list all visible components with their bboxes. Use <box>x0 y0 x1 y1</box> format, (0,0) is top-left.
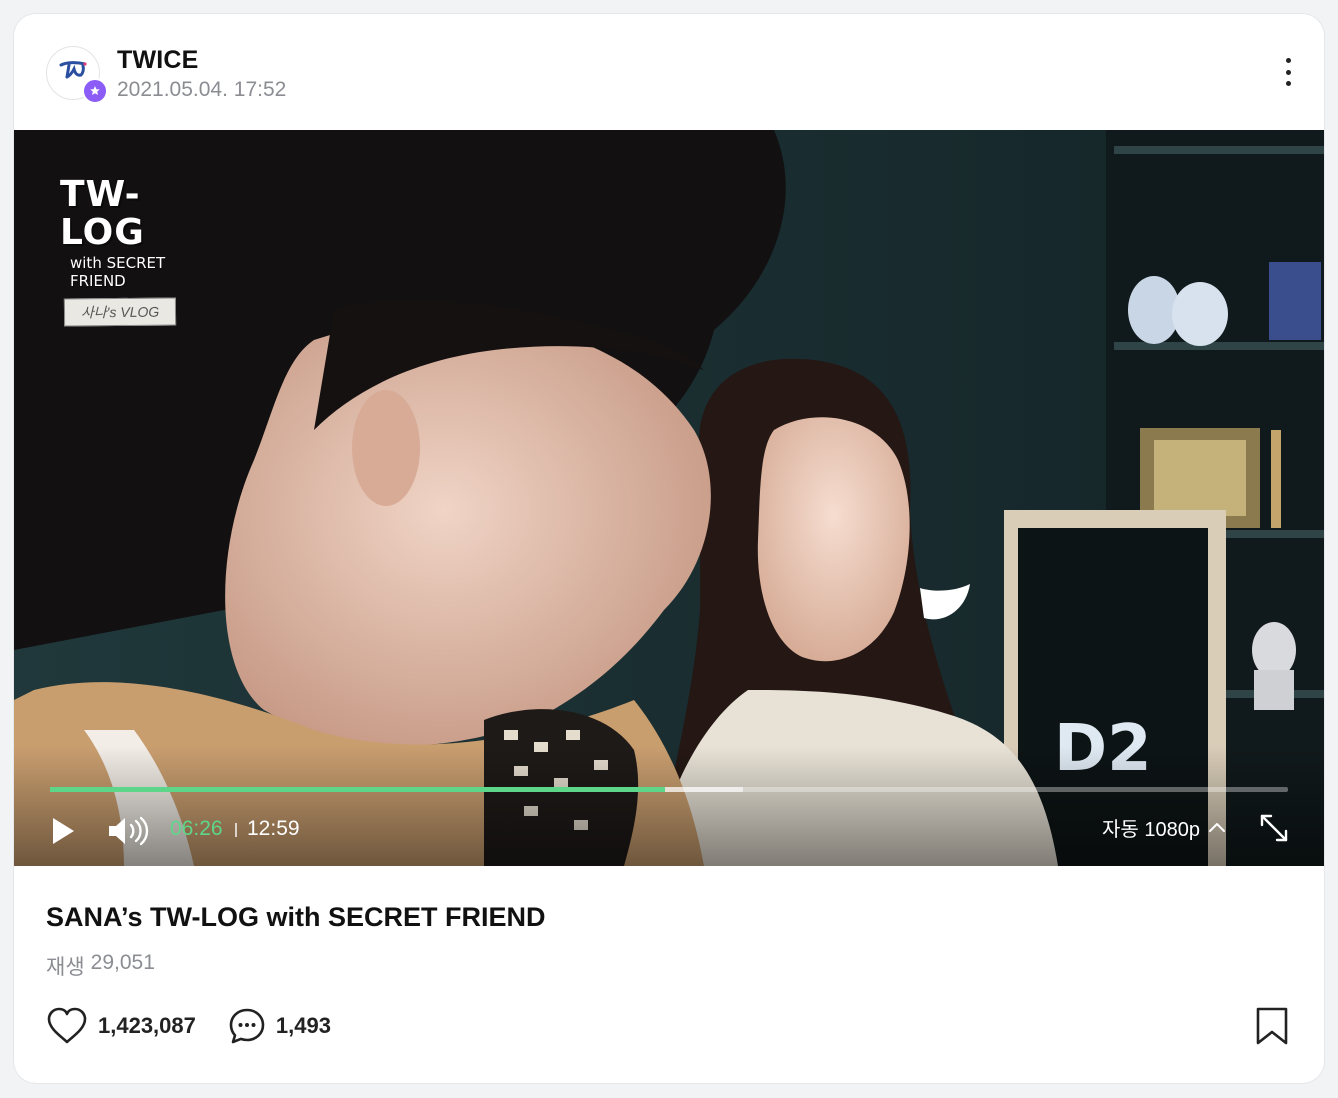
like-button[interactable]: 1,423,087 <box>46 1007 196 1045</box>
views-label: 재생 <box>46 956 85 979</box>
view-count: 재생 29,051 <box>46 951 155 981</box>
post-card: TWICE 2021.05.04. 17:52 TW-LOG with SECR… <box>14 14 1324 1083</box>
logo-subtitle: with SECRET FRIEND <box>70 254 166 290</box>
logo-title: TW-LOG <box>60 174 145 253</box>
more-options-button[interactable] <box>1272 54 1304 90</box>
heart-icon <box>47 1007 87 1044</box>
comment-button[interactable]: 1,493 <box>228 1007 331 1045</box>
time-total: 12:59 <box>247 817 300 840</box>
quality-label: 자동 1080p <box>1102 818 1200 841</box>
volume-button[interactable] <box>107 814 149 848</box>
progress-bar[interactable] <box>50 787 1288 792</box>
volume-icon <box>109 816 149 846</box>
post-date: 2021.05.04. 17:52 <box>117 78 287 101</box>
chevron-up-icon <box>1208 823 1225 832</box>
video-logo-overlay: TW-LOG with SECRET FRIEND 사나's VLOG <box>60 174 220 327</box>
star-badge-icon <box>82 78 108 104</box>
action-bar: 1,423,087 1,493 <box>46 1006 363 1046</box>
quality-button[interactable]: 자동 1080p <box>1102 814 1226 841</box>
expand-icon <box>1260 814 1288 842</box>
progress-played <box>50 787 666 792</box>
views-number: 29,051 <box>90 951 155 974</box>
bookmark-icon <box>1256 1007 1288 1045</box>
time-separator <box>235 823 237 837</box>
bookmark-button[interactable] <box>1254 1006 1290 1046</box>
fullscreen-button[interactable] <box>1258 812 1290 844</box>
play-icon <box>53 818 74 844</box>
author-name[interactable]: TWICE <box>117 46 199 75</box>
like-count: 1,423,087 <box>98 1013 196 1038</box>
more-vertical-icon <box>1285 58 1291 63</box>
post-header: TWICE 2021.05.04. 17:52 <box>14 14 1324 130</box>
play-button[interactable] <box>50 816 76 846</box>
comment-bubble-icon <box>229 1008 265 1044</box>
video-player[interactable]: D2 TW-LOG with <box>14 130 1324 866</box>
logo-tag: 사나's VLOG <box>63 297 177 327</box>
comment-count: 1,493 <box>275 1013 331 1038</box>
time-current: 06:26 <box>170 817 223 840</box>
video-title[interactable]: SANA’s TW-LOG with SECRET FRIEND <box>46 902 545 933</box>
controls-shade <box>14 746 1324 866</box>
